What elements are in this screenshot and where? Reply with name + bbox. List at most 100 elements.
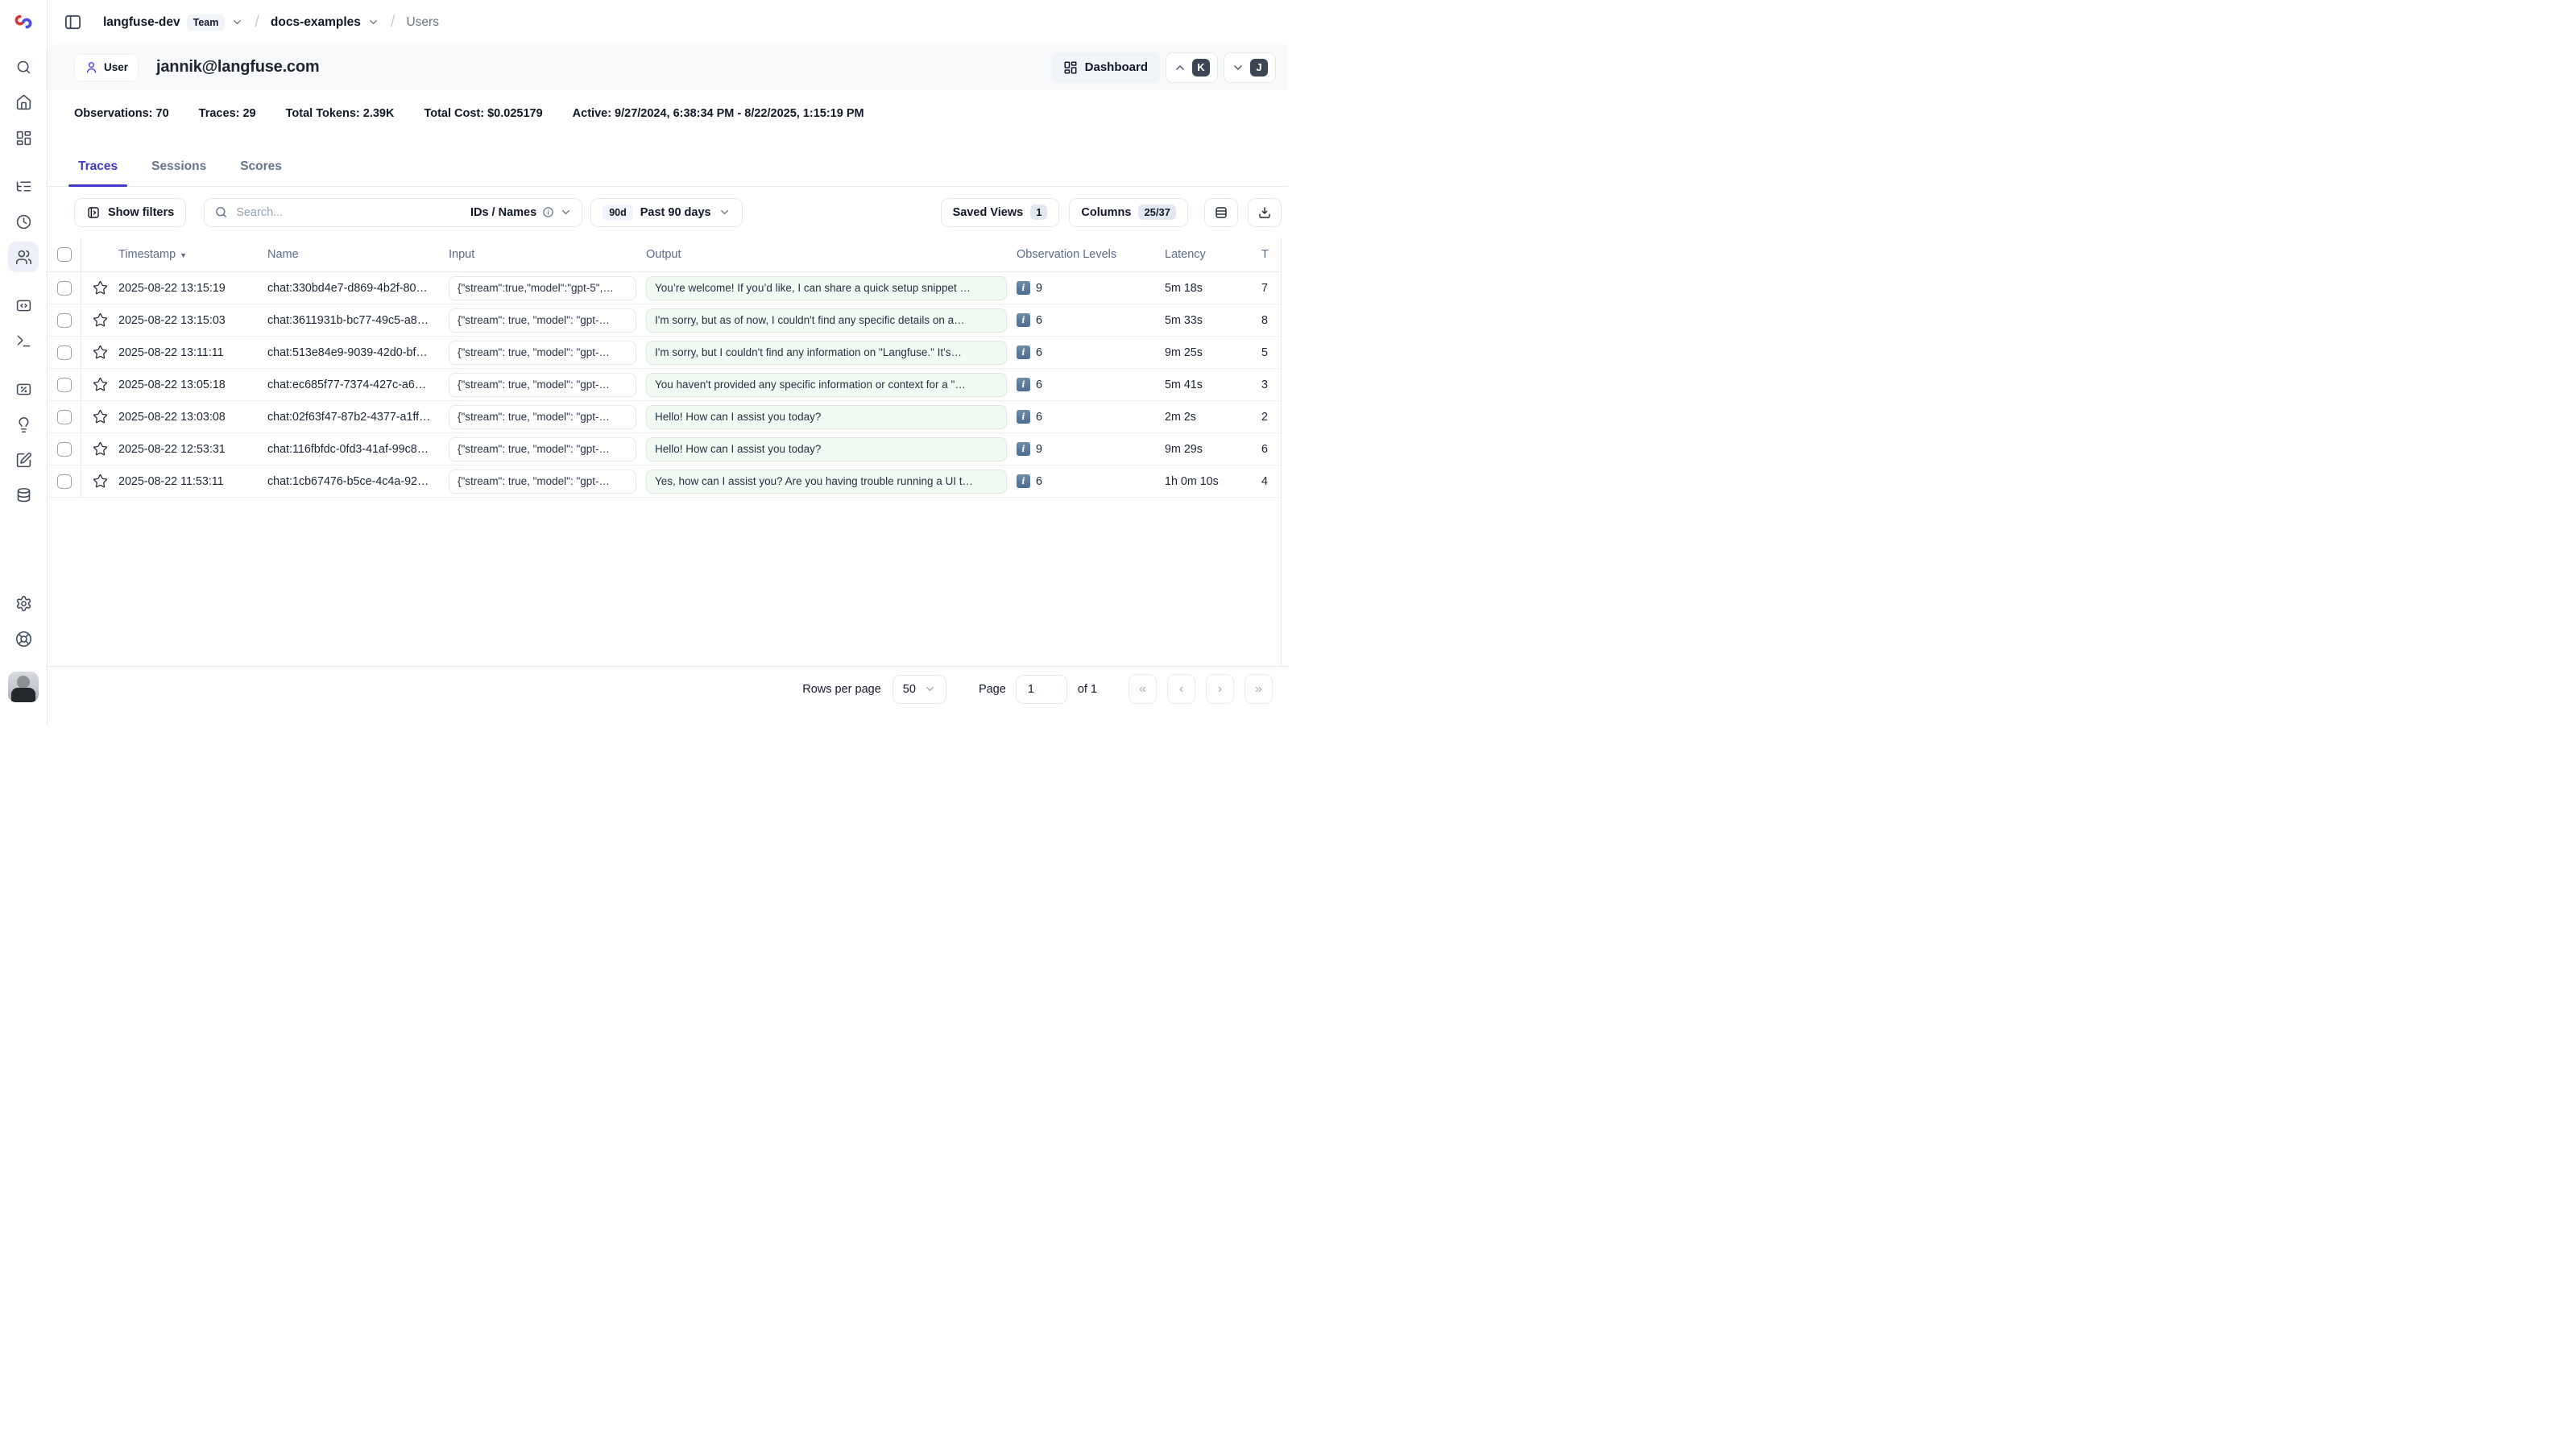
header-tokens-partial[interactable]: T: [1261, 248, 1281, 261]
row-timestamp: 2025-08-22 11:53:11: [118, 475, 267, 488]
sidebar-item-home[interactable]: [8, 87, 39, 118]
select-all-checkbox[interactable]: [57, 247, 72, 262]
table-row[interactable]: 2025-08-22 11:53:11 chat:1cb67476-b5ce-4…: [48, 465, 1281, 498]
row-input-preview[interactable]: {"stream": true, "model": "gpt-…: [449, 437, 636, 461]
row-output-preview[interactable]: Yes, how can I assist you? Are you havin…: [646, 470, 1007, 494]
star-icon[interactable]: [93, 441, 108, 457]
row-timestamp: 2025-08-22 13:15:19: [118, 282, 267, 295]
last-page-button[interactable]: »: [1245, 674, 1273, 704]
star-icon[interactable]: [93, 280, 108, 296]
row-checkbox[interactable]: [57, 345, 72, 360]
tab-scores[interactable]: Scores: [230, 159, 292, 186]
star-icon[interactable]: [93, 377, 108, 392]
star-icon[interactable]: [93, 312, 108, 328]
user-avatar[interactable]: [8, 672, 39, 702]
row-output-cell: I'm sorry, but as of now, I couldn't fin…: [646, 308, 1017, 333]
header-name[interactable]: Name: [267, 248, 449, 261]
time-range-selector[interactable]: 90d Past 90 days: [590, 198, 742, 227]
sidebar-item-support[interactable]: [8, 623, 39, 654]
table-row[interactable]: 2025-08-22 13:05:18 chat:ec685f77-7374-4…: [48, 369, 1281, 401]
sidebar-item-evaluation[interactable]: [8, 374, 39, 404]
sidebar-item-annotation[interactable]: [8, 445, 39, 475]
breadcrumb-project[interactable]: docs-examples: [271, 15, 361, 30]
sidebar-item-playground[interactable]: [8, 325, 39, 356]
row-checkbox-cell: [48, 272, 81, 304]
header-latency[interactable]: Latency: [1165, 248, 1261, 261]
row-input-preview[interactable]: {"stream": true, "model": "gpt-…: [449, 373, 636, 397]
page-number-input[interactable]: [1016, 675, 1067, 704]
tab-sessions[interactable]: Sessions: [142, 159, 216, 186]
project-switcher-chevron[interactable]: [367, 16, 379, 28]
sidebar-toggle-button[interactable]: [64, 13, 82, 31]
search-scope-selector[interactable]: IDs / Names: [470, 206, 572, 219]
row-output-preview[interactable]: I'm sorry, but as of now, I couldn't fin…: [646, 308, 1007, 333]
sidebar-item-insights[interactable]: [8, 409, 39, 440]
first-page-button[interactable]: «: [1129, 674, 1157, 704]
table-row[interactable]: 2025-08-22 13:11:11 chat:513e84e9-9039-4…: [48, 337, 1281, 369]
rows-per-page-select[interactable]: 50: [892, 675, 946, 704]
row-checkbox[interactable]: [57, 474, 72, 489]
sidebar-item-settings[interactable]: [8, 588, 39, 619]
table-row[interactable]: 2025-08-22 12:53:31 chat:116fbfdc-0fd3-4…: [48, 433, 1281, 465]
row-output-preview[interactable]: You’re welcome! If you’d like, I can sha…: [646, 276, 1007, 300]
row-checkbox[interactable]: [57, 442, 72, 457]
sidebar-item-prompts[interactable]: [8, 290, 39, 321]
rows-per-page-value: 50: [903, 683, 916, 696]
search-input[interactable]: [236, 206, 462, 219]
page-label: Page: [979, 683, 1006, 696]
row-output-preview[interactable]: You haven't provided any specific inform…: [646, 373, 1007, 397]
star-icon[interactable]: [93, 409, 108, 424]
stat-active-range: Active: 9/27/2024, 6:38:34 PM - 8/22/202…: [573, 107, 864, 120]
row-input-preview[interactable]: {"stream":true,"model":"gpt-5",…: [449, 276, 636, 300]
search-container: IDs / Names: [204, 198, 582, 227]
tab-traces[interactable]: Traces: [68, 159, 127, 186]
table-row[interactable]: 2025-08-22 13:15:03 chat:3611931b-bc77-4…: [48, 304, 1281, 337]
row-tokens-partial: 5: [1261, 346, 1281, 359]
row-input-preview[interactable]: {"stream": true, "model": "gpt-…: [449, 341, 636, 365]
table-row[interactable]: 2025-08-22 13:15:19 chat:330bd4e7-d869-4…: [48, 272, 1281, 304]
star-icon[interactable]: [93, 474, 108, 489]
pagination-bar: Rows per page 50 Page of 1 « ‹ › »: [48, 666, 1288, 711]
traces-table: Timestamp▼ Name Input Output Observation…: [48, 238, 1282, 666]
row-height-button[interactable]: [1204, 198, 1238, 227]
sidebar-item-datasets[interactable]: [8, 480, 39, 511]
row-output-preview[interactable]: Hello! How can I assist you today?: [646, 437, 1007, 461]
sidebar-item-tracing[interactable]: [8, 171, 39, 201]
header-timestamp[interactable]: Timestamp▼: [118, 248, 267, 261]
previous-page-button[interactable]: ‹: [1167, 674, 1195, 704]
chevron-down-icon: [924, 683, 936, 695]
page-title: jannik@langfuse.com: [156, 58, 319, 77]
sidebar-item-users[interactable]: [8, 242, 39, 272]
row-output-preview[interactable]: I'm sorry, but I couldn't find any infor…: [646, 341, 1007, 365]
columns-button[interactable]: Columns 25/37: [1069, 198, 1188, 227]
star-icon[interactable]: [93, 345, 108, 360]
row-checkbox[interactable]: [57, 378, 72, 392]
row-output-preview[interactable]: Hello! How can I assist you today?: [646, 405, 1007, 429]
sidebar-item-dashboards[interactable]: [8, 122, 39, 153]
export-button[interactable]: [1248, 198, 1282, 227]
row-input-preview[interactable]: {"stream": true, "model": "gpt-…: [449, 470, 636, 494]
show-filters-button[interactable]: Show filters: [74, 198, 186, 227]
breadcrumb-org[interactable]: langfuse-dev: [103, 15, 180, 30]
row-checkbox[interactable]: [57, 313, 72, 328]
next-item-button[interactable]: J: [1224, 52, 1276, 83]
sidebar-item-sessions[interactable]: [8, 206, 39, 237]
header-observation-levels[interactable]: Observation Levels: [1017, 248, 1165, 261]
columns-label: Columns: [1081, 206, 1131, 219]
saved-views-button[interactable]: Saved Views 1: [941, 198, 1060, 227]
row-checkbox[interactable]: [57, 281, 72, 296]
row-checkbox[interactable]: [57, 410, 72, 424]
previous-item-button[interactable]: K: [1166, 52, 1218, 83]
sidebar-item-search[interactable]: [8, 52, 39, 82]
search-icon: [214, 205, 228, 219]
row-input-preview[interactable]: {"stream": true, "model": "gpt-…: [449, 405, 636, 429]
table-header-row: Timestamp▼ Name Input Output Observation…: [48, 238, 1281, 272]
row-level-count: 6: [1036, 314, 1042, 327]
next-page-button[interactable]: ›: [1206, 674, 1234, 704]
row-input-preview[interactable]: {"stream": true, "model": "gpt-…: [449, 308, 636, 333]
dashboard-button[interactable]: Dashboard: [1051, 52, 1160, 83]
org-switcher-chevron[interactable]: [231, 16, 243, 28]
header-input[interactable]: Input: [449, 248, 646, 261]
header-output[interactable]: Output: [646, 248, 1017, 261]
table-row[interactable]: 2025-08-22 13:03:08 chat:02f63f47-87b2-4…: [48, 401, 1281, 433]
